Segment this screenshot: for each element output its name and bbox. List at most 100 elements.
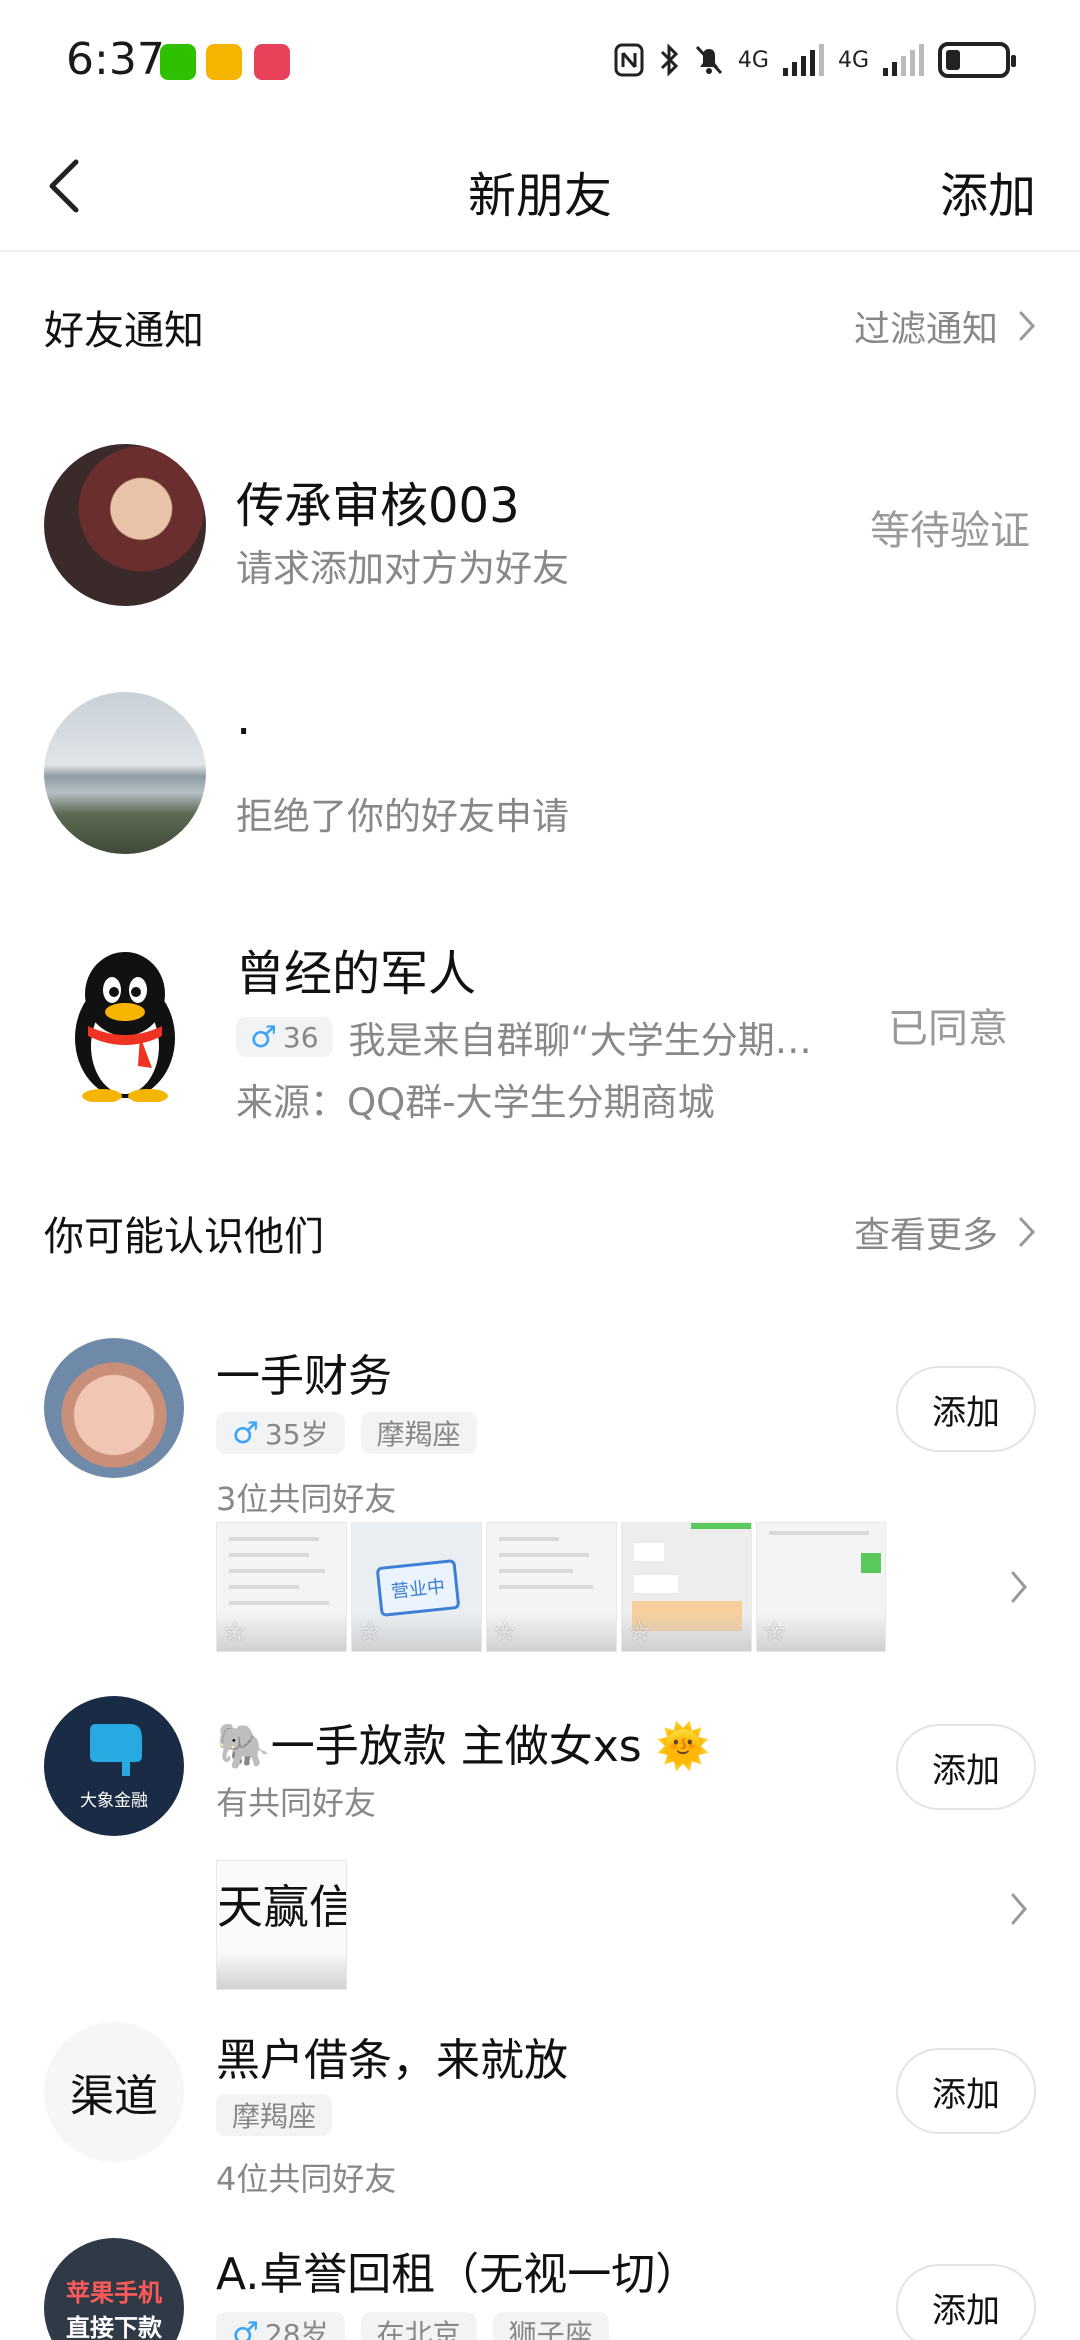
may-know-header: 你可能认识他们 查看更多 xyxy=(44,1204,1036,1264)
mutual-friends: 4位共同好友 xyxy=(216,2160,397,2198)
male-icon: ♂ xyxy=(232,2315,259,2340)
status-icons: 4G 4G xyxy=(614,42,1016,78)
suggested-contact[interactable]: 一手财务 ♂ 35岁 摩羯座 3位共同好友 添加 ☆ 营业中 ☆ ☆ ☆ ☆ xyxy=(0,1336,1080,1656)
section-title: 好友通知 xyxy=(44,308,204,354)
photo-thumbnail[interactable]: ☆ xyxy=(216,1522,347,1652)
calligraphy-text: 天赢信 xyxy=(217,1880,347,1934)
contact-name: 曾经的军人 xyxy=(236,946,477,1002)
add-friend-button[interactable]: 添加 xyxy=(940,156,1036,226)
age-label: 36 xyxy=(282,1020,319,1054)
male-icon: ♂ xyxy=(250,1019,277,1055)
zodiac-tag: 摩羯座 xyxy=(360,1412,477,1454)
avatar xyxy=(44,444,206,606)
mutual-friends: 3位共同好友 xyxy=(216,1480,397,1518)
photo-thumbnail[interactable]: ☆ xyxy=(621,1522,752,1652)
section-title: 你可能认识他们 xyxy=(44,1214,324,1260)
friend-notification-item[interactable]: 传承审核003 请求添加对方为好友 等待验证 xyxy=(0,440,1080,610)
status-label: 等待验证 xyxy=(870,508,1030,554)
signal-icon xyxy=(782,44,824,76)
star-icon: ☆ xyxy=(493,1617,517,1647)
bluetooth-icon xyxy=(660,43,679,77)
battery-icon xyxy=(938,42,1016,78)
friend-notifications-header: 好友通知 过滤通知 xyxy=(44,298,1036,358)
gender-age-badge: ♂ 36 xyxy=(236,1017,333,1057)
nav-bar: 新朋友 添加 xyxy=(0,120,1080,252)
photo-thumbnail[interactable]: 营业中 ☆ xyxy=(351,1522,482,1652)
tag-row: 摩羯座 xyxy=(216,2094,333,2136)
avatar: 大象金融 xyxy=(44,1696,184,1836)
mute-icon xyxy=(695,45,723,75)
star-icon: ☆ xyxy=(628,1617,652,1647)
star-icon: ☆ xyxy=(763,1617,787,1647)
photo-thumbnails[interactable]: 天赢信 xyxy=(216,1860,347,1990)
tag-row: ♂ 35岁 摩羯座 xyxy=(216,1412,477,1454)
chevron-right-icon xyxy=(1019,311,1036,341)
status-time: 6:37 xyxy=(66,34,165,85)
see-more-label: 查看更多 xyxy=(853,1215,998,1256)
avatar: 苹果手机 直接下款 xyxy=(44,2238,184,2340)
photo-thumbnail[interactable]: ☆ xyxy=(486,1522,617,1652)
see-more-link[interactable]: 查看更多 xyxy=(854,1206,1036,1258)
chevron-right-icon[interactable] xyxy=(1010,1892,1028,1926)
avatar-calligraphy: 渠道 xyxy=(70,2071,158,2122)
status-bar: 6:37 4G 4G xyxy=(0,0,1080,120)
wechat-icon xyxy=(160,44,196,80)
avatar-brand-text: 大象金融 xyxy=(80,1791,148,1810)
contact-name: 🐘一手放款 主做女xs 🌞 xyxy=(216,1721,711,1772)
avatar xyxy=(44,1338,184,1478)
star-icon: ☆ xyxy=(223,1617,247,1647)
age-label: 28岁 xyxy=(264,2318,329,2340)
location-tag: 在北京 xyxy=(360,2312,477,2340)
suggested-contact[interactable]: 大象金融 🐘一手放款 主做女xs 🌞 有共同好友 添加 天赢信 xyxy=(0,1694,1080,1990)
network-1: 4G xyxy=(737,47,769,73)
app-icon xyxy=(254,44,290,80)
photo-thumbnails[interactable]: ☆ 营业中 ☆ ☆ ☆ ☆ xyxy=(216,1522,886,1652)
friend-notification-item[interactable]: . 拒绝了你的好友申请 xyxy=(0,690,1080,860)
male-icon: ♂ xyxy=(232,1415,259,1451)
weibo-icon xyxy=(206,44,242,80)
network-2: 4G xyxy=(837,47,869,73)
nfc-icon xyxy=(614,43,644,77)
zodiac-tag: 摩羯座 xyxy=(216,2094,333,2136)
suggested-contact[interactable]: 渠道 黑户借条，来就放 摩羯座 4位共同好友 添加 xyxy=(0,2020,1080,2210)
age-label: 35岁 xyxy=(264,1418,329,1451)
zodiac-tag: 狮子座 xyxy=(492,2312,609,2340)
tag-row: ♂ 28岁 在北京 狮子座 xyxy=(216,2312,609,2340)
contact-name: 一手财务 xyxy=(216,1351,392,1402)
notification-message-row: ♂ 36 我是来自群聊“大学生分期… xyxy=(236,1010,812,1064)
contact-name: 黑户借条，来就放 xyxy=(216,2035,568,2086)
avatar-text-1: 苹果手机 xyxy=(66,2279,162,2307)
suggested-contact[interactable]: 苹果手机 直接下款 A.卓誉回租（无视一切） ♂ 28岁 在北京 狮子座 添加 xyxy=(0,2236,1080,2340)
signal-icon xyxy=(883,44,924,76)
chevron-right-icon[interactable] xyxy=(1010,1570,1028,1604)
notification-message: 请求添加对方为好友 xyxy=(236,547,569,590)
chevron-right-icon xyxy=(1019,1217,1036,1247)
filter-notifications-link[interactable]: 过滤通知 xyxy=(854,300,1036,352)
contact-name: A.卓誉回租（无视一切） xyxy=(216,2249,700,2300)
photo-thumbnail[interactable]: 天赢信 xyxy=(216,1860,347,1990)
add-button[interactable]: 添加 xyxy=(896,1724,1036,1810)
avatar-text-2: 直接下款 xyxy=(66,2314,162,2340)
page-title: 新朋友 xyxy=(467,168,612,224)
status-label: 已同意 xyxy=(888,1006,1008,1052)
friend-notification-item[interactable]: 曾经的军人 ♂ 36 我是来自群聊“大学生分期… 来源：QQ群-大学生分期商城 已… xyxy=(0,930,1080,1130)
notification-message: 拒绝了你的好友申请 xyxy=(236,795,569,838)
add-button[interactable]: 添加 xyxy=(896,1366,1036,1452)
avatar: 渠道 xyxy=(44,2022,184,2162)
mutual-friends: 有共同好友 xyxy=(216,1784,377,1822)
open-sign-label: 营业中 xyxy=(390,1576,447,1603)
open-sign: 营业中 xyxy=(375,1558,461,1618)
add-button[interactable]: 添加 xyxy=(896,2264,1036,2340)
photo-thumbnail[interactable]: ☆ xyxy=(756,1522,886,1652)
gender-age-badge: ♂ 35岁 xyxy=(216,1412,345,1454)
add-button[interactable]: 添加 xyxy=(896,2048,1036,2134)
verification-message: 我是来自群聊“大学生分期… xyxy=(348,1019,812,1062)
gender-age-badge: ♂ 28岁 xyxy=(216,2312,345,2340)
penguin-icon xyxy=(75,952,175,1102)
notification-source: 来源：QQ群-大学生分期商城 xyxy=(236,1081,715,1124)
filter-notifications-label: 过滤通知 xyxy=(853,309,998,350)
avatar xyxy=(44,692,206,854)
contact-name: . xyxy=(236,690,252,746)
star-icon: ☆ xyxy=(358,1617,382,1647)
contact-name: 传承审核003 xyxy=(236,478,520,534)
